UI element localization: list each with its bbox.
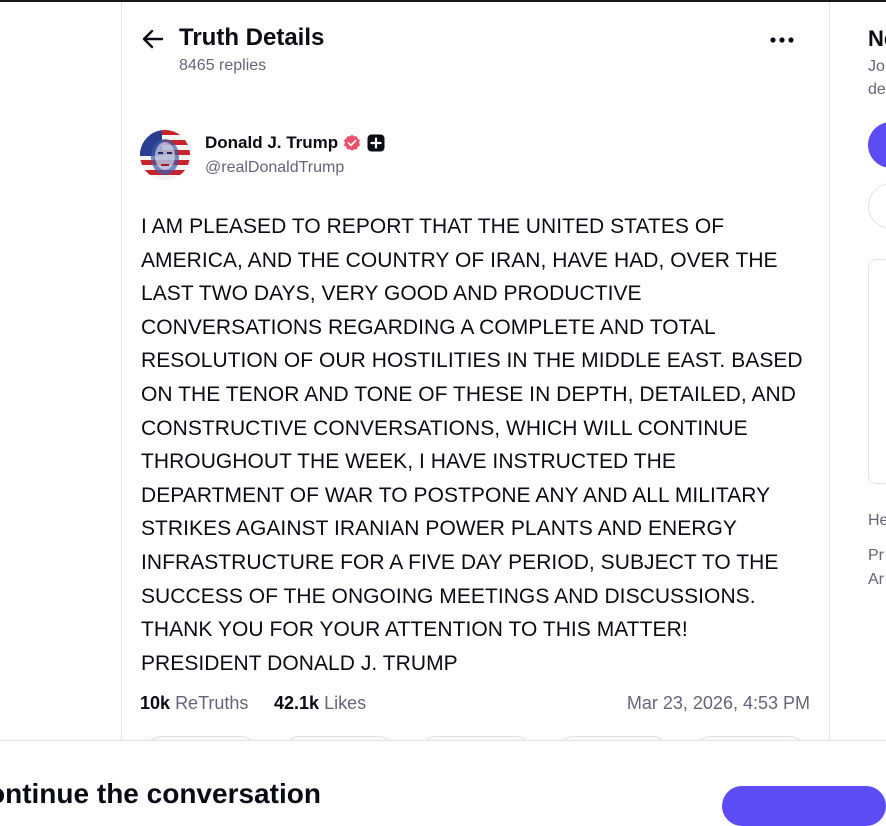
- post-line: INFRASTRUCTURE FOR A FIVE DAY PERIOD, SU…: [141, 550, 779, 574]
- likes-label: Likes: [324, 693, 367, 713]
- post-line: SUCCESS OF THE ONGOING MEETINGS AND DISC…: [141, 584, 756, 608]
- more-options-icon[interactable]: [768, 30, 796, 50]
- verified-badge-icon: [344, 134, 360, 151]
- post-body: I AM PLEASED TO REPORT THAT THE UNITED S…: [141, 210, 821, 680]
- likes-count: 42.1k: [274, 693, 320, 713]
- back-arrow-icon[interactable]: [140, 26, 166, 52]
- top-divider: [0, 0, 886, 2]
- sidebar-secondary-button[interactable]: [868, 183, 886, 229]
- sidebar-card: [868, 259, 886, 484]
- retruths-stat[interactable]: 10k ReTruths: [140, 693, 248, 714]
- post-line: LAST TWO DAYS, VERY GOOD AND PRODUCTIVE: [141, 282, 642, 306]
- post-line: THANK YOU FOR YOUR ATTENTION TO THIS MAT…: [141, 618, 688, 642]
- continue-conversation-heading: ontinue the conversation: [0, 778, 321, 809]
- avatar[interactable]: [140, 130, 190, 180]
- sidebar-text: Pr: [868, 547, 884, 564]
- post-line: AMERICA, AND THE COUNTRY OF IRAN, HAVE H…: [141, 248, 778, 272]
- reply-count: 8465 replies: [179, 57, 267, 74]
- right-column-border: [829, 2, 830, 740]
- post-timestamp: Mar 23, 2026, 4:53 PM: [626, 693, 810, 713]
- left-column-border: [121, 2, 122, 740]
- likes-stat[interactable]: 42.1k Likes: [274, 693, 366, 714]
- signup-button[interactable]: [722, 786, 886, 826]
- post-line: CONVERSATIONS REGARDING A COMPLETE AND T…: [141, 315, 716, 339]
- sidebar-text: He: [868, 512, 886, 529]
- plus-badge-icon: [367, 134, 385, 152]
- post-line: I AM PLEASED TO REPORT THAT THE UNITED S…: [141, 215, 725, 238]
- post-line: RESOLUTION OF OUR HOSTILITIES IN THE MID…: [141, 349, 803, 373]
- post-line: ON THE TENOR AND TONE OF THESE IN DEPTH,…: [141, 382, 796, 406]
- sidebar-heading: Ne: [868, 26, 886, 51]
- retruths-count: 10k: [140, 693, 171, 713]
- post-line: DEPARTMENT OF WAR TO POSTPONE ANY AND AL…: [141, 483, 771, 507]
- sidebar-text: Ar: [868, 571, 884, 588]
- post-line: CONSTRUCTIVE CONVERSATIONS, WHICH WILL C…: [141, 416, 748, 440]
- author-name[interactable]: Donald J. Trump: [205, 133, 338, 153]
- author-handle[interactable]: @realDonaldTrump: [205, 159, 344, 177]
- page-title: Truth Details: [179, 24, 325, 51]
- post-author: Donald J. Trump @realDonaldTrump: [140, 128, 810, 184]
- post-line: STRIKES AGAINST IRANIAN POWER PLANTS AND…: [141, 517, 737, 541]
- post-line: THROUGHOUT THE WEEK, I HAVE INSTRUCTED T…: [141, 450, 676, 474]
- page-header: Truth Details 8465 replies: [140, 22, 810, 82]
- sidebar-text: Jo: [868, 58, 885, 75]
- post-line: PRESIDENT DONALD J. TRUMP: [141, 651, 458, 675]
- post-stats: 10k ReTruths 42.1k Likes Mar 23, 2026, 4…: [140, 693, 810, 719]
- sidebar-text: de: [868, 81, 886, 98]
- retruths-label: ReTruths: [175, 693, 249, 713]
- sidebar-primary-button[interactable]: [868, 122, 886, 168]
